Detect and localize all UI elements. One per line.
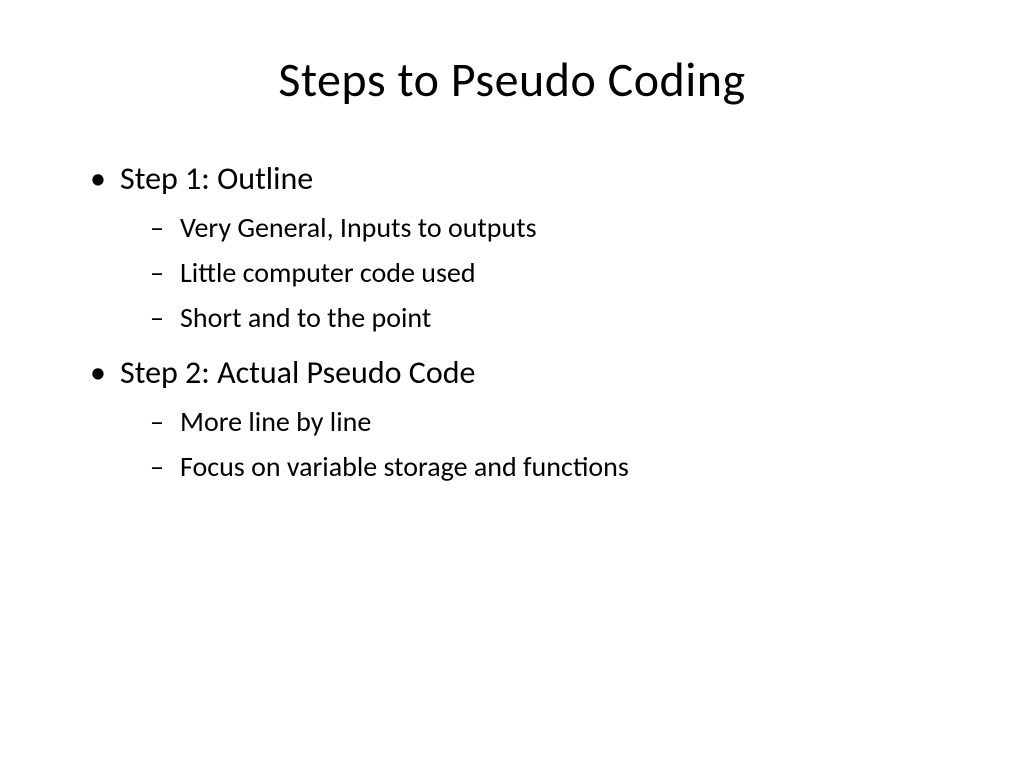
slide-content: Step 1: Outline Very General, Inputs to … [70, 159, 954, 484]
sub-bullet-list: More line by line Focus on variable stor… [120, 404, 954, 484]
list-item: More line by line [120, 404, 954, 439]
sub-bullet-list: Very General, Inputs to outputs Little c… [120, 210, 954, 335]
list-item: Little computer code used [120, 255, 954, 290]
list-item: Step 1: Outline Very General, Inputs to … [90, 159, 954, 335]
bullet-label: Step 2: Actual Pseudo Code [120, 353, 475, 392]
bullet-list: Step 1: Outline Very General, Inputs to … [90, 159, 954, 484]
list-item: Focus on variable storage and functions [120, 449, 954, 484]
list-item: Step 2: Actual Pseudo Code More line by … [90, 353, 954, 484]
bullet-label: Step 1: Outline [120, 159, 313, 198]
slide-title: Steps to Pseudo Coding [70, 50, 954, 109]
list-item: Short and to the point [120, 300, 954, 335]
list-item: Very General, Inputs to outputs [120, 210, 954, 245]
